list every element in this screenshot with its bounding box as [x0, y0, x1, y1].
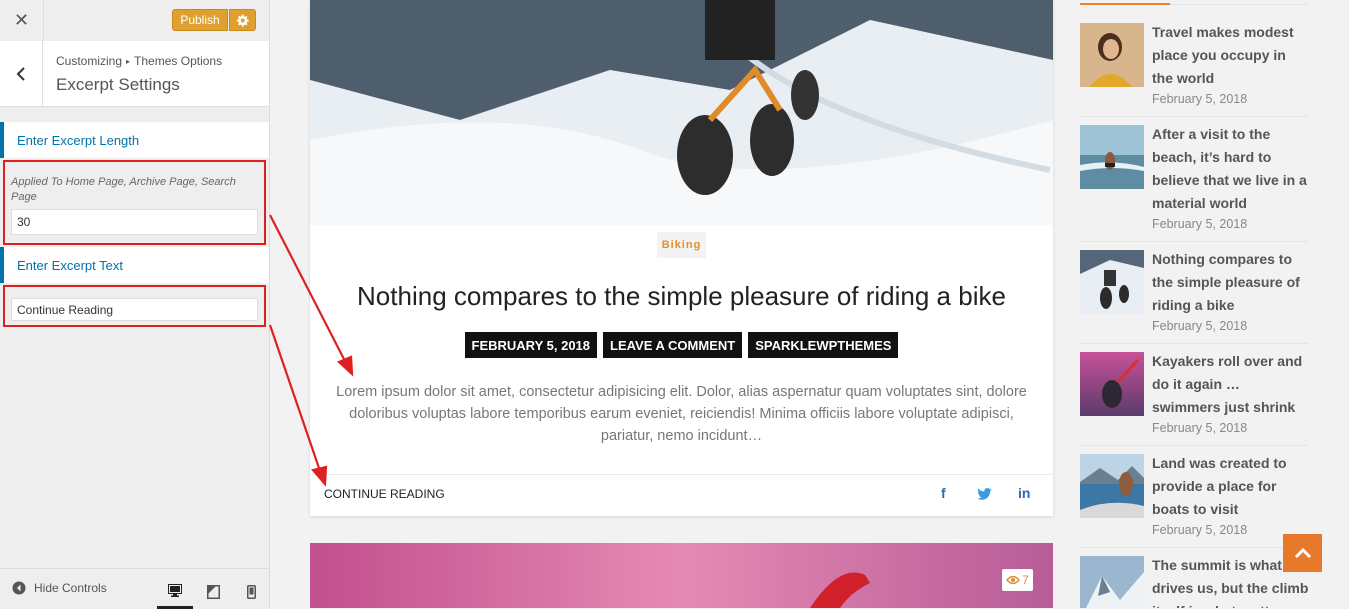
- chevron-left-icon: [16, 66, 25, 81]
- post-card-divider: [310, 474, 1053, 475]
- sidebar-post[interactable]: After a visit to the beach, it’s hard to…: [1080, 125, 1308, 235]
- gear-icon: [236, 14, 249, 27]
- excerpt-text-label: Enter Excerpt Text: [0, 247, 269, 283]
- excerpt-length-label: Enter Excerpt Length: [0, 122, 269, 158]
- snow-bike-photo: [310, 0, 1053, 225]
- post-category-badge[interactable]: Biking: [657, 232, 706, 258]
- post-date[interactable]: FEBRUARY 5, 2018: [464, 332, 598, 358]
- divider: [1080, 343, 1308, 344]
- kayak-photo: [310, 543, 1053, 608]
- post-thumbnail[interactable]: [1080, 125, 1144, 189]
- breadcrumb: Customizing ▸ Themes Options: [56, 54, 222, 68]
- widget-title-underline: [1080, 3, 1170, 5]
- twitter-icon: [977, 488, 992, 500]
- eye-icon: [1006, 575, 1021, 585]
- divider: [1080, 445, 1308, 446]
- preview-mobile-button[interactable]: [233, 575, 269, 609]
- post-thumbnail[interactable]: [1080, 250, 1144, 314]
- post-thumbnail[interactable]: [1080, 352, 1144, 416]
- sidebar-post-date: February 5, 2018: [1152, 421, 1248, 435]
- customizer-header: ✕ Publish: [0, 0, 269, 42]
- continue-reading-link[interactable]: CONTINUE READING: [324, 487, 445, 501]
- post-thumbnail[interactable]: [1080, 454, 1144, 518]
- close-icon: ✕: [13, 10, 30, 30]
- sidebar-post-title[interactable]: After a visit to the beach, it’s hard to…: [1152, 123, 1310, 215]
- facebook-icon: f: [941, 485, 946, 501]
- breadcrumb-separator: ▸: [126, 57, 131, 66]
- publish-settings-button[interactable]: [229, 9, 256, 31]
- highlight-box-length: [3, 160, 266, 245]
- sidebar-post-title[interactable]: Nothing compares to the simple pleasure …: [1152, 248, 1310, 317]
- breadcrumb-root: Customizing: [56, 54, 123, 68]
- close-customizer-button[interactable]: ✕: [0, 0, 44, 41]
- scroll-to-top-button[interactable]: [1283, 534, 1322, 572]
- section-title: Excerpt Settings: [56, 75, 180, 94]
- facebook-share-link[interactable]: f: [941, 485, 946, 501]
- sidebar-post[interactable]: The summit is what drives us, but the cl…: [1080, 556, 1308, 608]
- sidebar-post-date: February 5, 2018: [1152, 217, 1248, 231]
- publish-button[interactable]: Publish: [172, 9, 228, 31]
- post-thumbnail[interactable]: [1080, 556, 1144, 608]
- post-comments-link[interactable]: LEAVE A COMMENT: [603, 332, 743, 358]
- views-count: 7: [1022, 573, 1029, 587]
- sidebar-post-title[interactable]: Land was created to provide a place for …: [1152, 452, 1310, 521]
- divider: [1080, 547, 1308, 548]
- highlight-box-text: [3, 285, 266, 327]
- collapse-icon: [12, 581, 26, 595]
- sidebar-post-date: February 5, 2018: [1152, 523, 1248, 537]
- section-header: Customizing ▸ Themes Options Excerpt Setti…: [0, 41, 269, 107]
- sidebar-post-title[interactable]: Kayakers roll over and do it again … swi…: [1152, 350, 1310, 419]
- mobile-icon: [246, 585, 256, 599]
- sidebar-post[interactable]: Kayakers roll over and do it again … swi…: [1080, 352, 1308, 442]
- customizer-footer: Hide Controls: [0, 568, 269, 609]
- breadcrumb-parent: Themes Options: [134, 54, 223, 68]
- sidebar-post[interactable]: Land was created to provide a place for …: [1080, 454, 1308, 544]
- sidebar-post-date: February 5, 2018: [1152, 92, 1248, 106]
- post-excerpt: Lorem ipsum dolor sit amet, consectetur …: [336, 384, 1027, 444]
- hide-controls-button[interactable]: Hide Controls: [12, 581, 107, 595]
- post-featured-image[interactable]: [310, 0, 1053, 225]
- customizer-panel: ✕ Publish Customizing ▸ Themes Options Exc…: [0, 0, 270, 609]
- hide-controls-label: Hide Controls: [34, 581, 107, 595]
- sidebar-post-title[interactable]: Travel makes modest place you occupy in …: [1152, 21, 1310, 90]
- twitter-share-link[interactable]: [977, 487, 992, 503]
- widget-title-rule: [1170, 4, 1308, 5]
- sidebar-post-date: February 5, 2018: [1152, 319, 1248, 333]
- preview-desktop-button[interactable]: [157, 575, 193, 609]
- desktop-icon: [168, 584, 182, 597]
- sidebar-post[interactable]: Travel makes modest place you occupy in …: [1080, 23, 1308, 113]
- post-meta: FEBRUARY 5, 2018 LEAVE A COMMENT SPARKLE…: [310, 332, 1053, 358]
- linkedin-icon: in: [1018, 485, 1031, 501]
- divider: [1080, 116, 1308, 117]
- views-badge: 7: [1002, 569, 1033, 591]
- back-button[interactable]: [0, 41, 43, 106]
- tablet-icon: [206, 585, 220, 599]
- divider: [1080, 241, 1308, 242]
- post-title[interactable]: Nothing compares to the simple pleasure …: [310, 281, 1053, 312]
- chevron-up-icon: [1294, 547, 1311, 559]
- post-thumbnail[interactable]: [1080, 23, 1144, 87]
- post-author[interactable]: SPARKLEWPTHEMES: [748, 332, 899, 358]
- linkedin-share-link[interactable]: in: [1018, 485, 1030, 501]
- preview-tablet-button[interactable]: [195, 575, 231, 609]
- sidebar-post[interactable]: Nothing compares to the simple pleasure …: [1080, 250, 1308, 340]
- next-post-image[interactable]: [310, 543, 1053, 608]
